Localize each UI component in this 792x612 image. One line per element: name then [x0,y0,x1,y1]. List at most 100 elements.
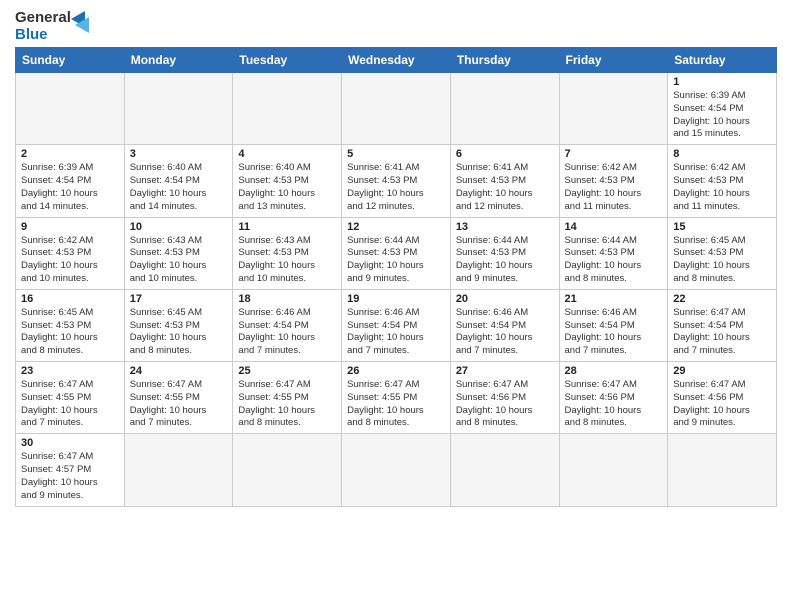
calendar-table: SundayMondayTuesdayWednesdayThursdayFrid… [15,47,777,507]
day-info: Sunrise: 6:46 AM Sunset: 4:54 PM Dayligh… [456,307,554,358]
calendar-cell: 17Sunrise: 6:45 AM Sunset: 4:53 PM Dayli… [124,289,233,361]
logo-text: GeneralBlue [15,10,71,43]
calendar-cell: 16 Sunrise: 6:45 AM Sunset: 4:53 PM Dayli… [16,289,125,361]
day-info: Sunrise: 6:40 AM Sunset: 4:54 PM Dayligh… [130,162,228,213]
day-number: 18 [238,293,336,305]
day-number: 28 [565,365,663,377]
day-info: Sunrise: 6:47 AM Sunset: 4:54 PM Dayligh… [673,307,771,358]
day-number: 30 [21,437,119,449]
calendar-cell: 12Sunrise: 6:44 AM Sunset: 4:53 PM Dayli… [342,217,451,289]
day-number: 17 [130,293,228,305]
calendar-cell: 14 Sunrise: 6:44 AM Sunset: 4:53 PM Dayli… [559,217,668,289]
calendar-cell [559,434,668,506]
day-info: Sunrise: 6:45 AM Sunset: 4:53 PM Dayligh… [21,307,119,358]
day-number: 23 [21,365,119,377]
day-number: 14 [565,221,663,233]
day-number: 27 [456,365,554,377]
day-info: Sunrise: 6:43 AM Sunset: 4:53 PM Dayligh… [130,235,228,286]
day-number: 20 [456,293,554,305]
calendar-cell: 28 Sunrise: 6:47 AM Sunset: 4:56 PM Dayli… [559,362,668,434]
day-info: Sunrise: 6:47 AM Sunset: 4:55 PM Dayligh… [347,379,445,430]
calendar-cell [124,73,233,145]
calendar-cell: 2 Sunrise: 6:39 AM Sunset: 4:54 PM Daylig… [16,145,125,217]
calendar-cell: 4 Sunrise: 6:40 AM Sunset: 4:53 PM Daylig… [233,145,342,217]
day-number: 3 [130,148,228,160]
calendar-week-3: 9 Sunrise: 6:42 AM Sunset: 4:53 PM Daylig… [16,217,777,289]
day-number: 4 [238,148,336,160]
day-info: Sunrise: 6:39 AM Sunset: 4:54 PM Dayligh… [21,162,119,213]
day-number: 13 [456,221,554,233]
day-info: Sunrise: 6:44 AM Sunset: 4:53 PM Dayligh… [565,235,663,286]
day-number: 26 [347,365,445,377]
day-number: 25 [238,365,336,377]
day-number: 6 [456,148,554,160]
calendar-cell [450,73,559,145]
day-number: 24 [130,365,228,377]
day-number: 15 [673,221,771,233]
calendar-cell: 9 Sunrise: 6:42 AM Sunset: 4:53 PM Daylig… [16,217,125,289]
day-info: Sunrise: 6:47 AM Sunset: 4:57 PM Dayligh… [21,451,119,502]
day-info: Sunrise: 6:40 AM Sunset: 4:53 PM Dayligh… [238,162,336,213]
logo-icon [71,11,93,43]
calendar-week-5: 23 Sunrise: 6:47 AM Sunset: 4:55 PM Dayli… [16,362,777,434]
day-info: Sunrise: 6:44 AM Sunset: 4:53 PM Dayligh… [347,235,445,286]
calendar-cell: 1Sunrise: 6:39 AM Sunset: 4:54 PM Daylig… [668,73,777,145]
calendar-cell: 11Sunrise: 6:43 AM Sunset: 4:53 PM Dayli… [233,217,342,289]
day-number: 1 [673,76,771,88]
day-info: Sunrise: 6:47 AM Sunset: 4:55 PM Dayligh… [238,379,336,430]
day-number: 2 [21,148,119,160]
day-info: Sunrise: 6:47 AM Sunset: 4:56 PM Dayligh… [673,379,771,430]
calendar-cell: 30 Sunrise: 6:47 AM Sunset: 4:57 PM Dayli… [16,434,125,506]
day-number: 5 [347,148,445,160]
calendar-cell [668,434,777,506]
day-number: 16 [21,293,119,305]
weekday-header-saturday: Saturday [668,48,777,73]
calendar-cell [342,434,451,506]
weekday-header-friday: Friday [559,48,668,73]
calendar-cell: 10 Sunrise: 6:43 AM Sunset: 4:53 PM Dayli… [124,217,233,289]
day-info: Sunrise: 6:46 AM Sunset: 4:54 PM Dayligh… [565,307,663,358]
day-number: 21 [565,293,663,305]
calendar-cell: 18 Sunrise: 6:46 AM Sunset: 4:54 PM Dayli… [233,289,342,361]
day-number: 7 [565,148,663,160]
calendar-cell: 19Sunrise: 6:46 AM Sunset: 4:54 PM Dayli… [342,289,451,361]
day-info: Sunrise: 6:42 AM Sunset: 4:53 PM Dayligh… [673,162,771,213]
page-header: GeneralBlue [15,10,777,43]
day-number: 19 [347,293,445,305]
calendar-cell: 20 Sunrise: 6:46 AM Sunset: 4:54 PM Dayli… [450,289,559,361]
day-info: Sunrise: 6:42 AM Sunset: 4:53 PM Dayligh… [565,162,663,213]
calendar-cell: 25 Sunrise: 6:47 AM Sunset: 4:55 PM Dayli… [233,362,342,434]
day-number: 22 [673,293,771,305]
day-info: Sunrise: 6:41 AM Sunset: 4:53 PM Dayligh… [347,162,445,213]
day-info: Sunrise: 6:47 AM Sunset: 4:56 PM Dayligh… [565,379,663,430]
calendar-body: 1 Sunrise: 6:39 AM Sunset: 4:54 PM Daylig… [16,73,777,507]
calendar-cell: 8 Sunrise: 6:42 AM Sunset: 4:53 PM Daylig… [668,145,777,217]
calendar-cell: 29Sunrise: 6:47 AM Sunset: 4:56 PM Dayli… [668,362,777,434]
day-info: Sunrise: 6:45 AM Sunset: 4:53 PM Dayligh… [673,235,771,286]
day-info: Sunrise: 6:44 AM Sunset: 4:53 PM Dayligh… [456,235,554,286]
day-number: 9 [21,221,119,233]
weekday-header-tuesday: Tuesday [233,48,342,73]
weekday-header-wednesday: Wednesday [342,48,451,73]
calendar-cell: 15 Sunrise: 6:45 AM Sunset: 4:53 PM Dayli… [668,217,777,289]
day-info: Sunrise: 6:46 AM Sunset: 4:54 PM Dayligh… [238,307,336,358]
weekday-header-sunday: Sunday [16,48,125,73]
day-info: Sunrise: 6:42 AM Sunset: 4:53 PM Dayligh… [21,235,119,286]
day-number: 8 [673,148,771,160]
calendar-cell: 6 Sunrise: 6:41 AM Sunset: 4:53 PM Daylig… [450,145,559,217]
day-info: Sunrise: 6:41 AM Sunset: 4:53 PM Dayligh… [456,162,554,213]
calendar-cell [124,434,233,506]
day-info: Sunrise: 6:47 AM Sunset: 4:56 PM Dayligh… [456,379,554,430]
calendar-cell [233,434,342,506]
calendar-cell [450,434,559,506]
day-number: 10 [130,221,228,233]
calendar-cell: 24Sunrise: 6:47 AM Sunset: 4:55 PM Dayli… [124,362,233,434]
day-info: Sunrise: 6:43 AM Sunset: 4:53 PM Dayligh… [238,235,336,286]
calendar-cell [233,73,342,145]
calendar-cell: 7 Sunrise: 6:42 AM Sunset: 4:53 PM Daylig… [559,145,668,217]
weekday-header-row: SundayMondayTuesdayWednesdayThursdayFrid… [16,48,777,73]
calendar-cell: 21 Sunrise: 6:46 AM Sunset: 4:54 PM Dayli… [559,289,668,361]
calendar-cell: 22 Sunrise: 6:47 AM Sunset: 4:54 PM Dayli… [668,289,777,361]
day-info: Sunrise: 6:47 AM Sunset: 4:55 PM Dayligh… [21,379,119,430]
calendar-cell: 27 Sunrise: 6:47 AM Sunset: 4:56 PM Dayli… [450,362,559,434]
